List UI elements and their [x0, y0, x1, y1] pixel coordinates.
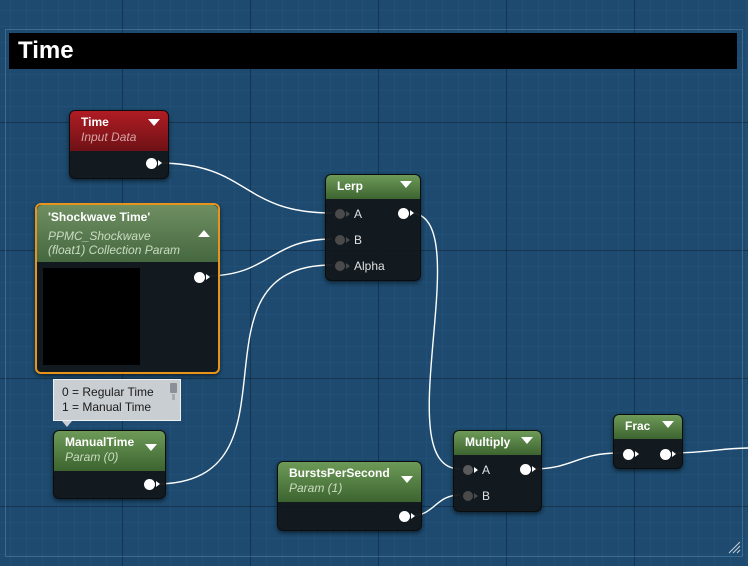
bursts-per-second-param-node[interactable]: BurstsPerSecond Param (1) — [277, 461, 422, 531]
chevron-down-icon[interactable] — [148, 119, 160, 126]
bursts-per-second-output-pin[interactable] — [399, 511, 415, 522]
material-graph-canvas[interactable]: { "comment": { "title": "Time" }, "nodes… — [0, 0, 748, 566]
bursts-per-second-node-subtitle: Param (1) — [289, 481, 343, 495]
time-node-header[interactable]: Time Input Data — [70, 111, 168, 151]
shockwave-time-collection-param-node[interactable]: 'Shockwave Time' PPMC_Shockwave (float1)… — [35, 203, 220, 374]
tooltip-line-1: 0 = Regular Time — [62, 385, 154, 399]
lerp-pin-a-label: A — [354, 207, 363, 221]
chevron-down-icon[interactable] — [521, 437, 533, 444]
shockwave-time-node-title: 'Shockwave Time' — [48, 210, 151, 224]
manual-time-node-header[interactable]: ManualTime Param (0) — [54, 431, 165, 471]
lerp-input-pin-b[interactable] — [335, 235, 350, 245]
frac-output-pin[interactable] — [660, 449, 676, 460]
manual-time-output-pin[interactable] — [144, 479, 160, 490]
lerp-input-pin-alpha[interactable] — [335, 261, 350, 271]
time-output-pin[interactable] — [146, 158, 162, 169]
chevron-down-icon[interactable] — [662, 421, 674, 428]
multiply-pin-a-label: A — [482, 463, 491, 477]
bursts-per-second-node-title: BurstsPerSecond — [289, 466, 390, 480]
multiply-output-pin[interactable] — [520, 464, 536, 475]
lerp-pin-alpha-label: Alpha — [354, 259, 385, 273]
shockwave-time-node-header[interactable]: 'Shockwave Time' PPMC_Shockwave (float1)… — [37, 205, 218, 262]
shockwave-time-output-pin[interactable] — [194, 272, 210, 283]
tooltip-line-2: 1 = Manual Time — [62, 400, 152, 414]
shockwave-time-node-subtitle-1: PPMC_Shockwave — [48, 229, 151, 243]
shockwave-time-node-subtitle-2: (float1) Collection Param — [48, 243, 181, 257]
multiply-node-header[interactable]: Multiply — [454, 431, 541, 455]
lerp-pin-b-label: B — [354, 233, 363, 247]
frac-node-header[interactable]: Frac — [614, 415, 682, 439]
chevron-down-icon[interactable] — [145, 444, 157, 451]
pin-icon[interactable] — [170, 383, 177, 400]
multiply-input-pin-b[interactable] — [463, 491, 478, 501]
shockwave-time-preview-thumbnail — [43, 268, 140, 365]
frac-node[interactable]: Frac — [613, 414, 683, 469]
chevron-down-icon[interactable] — [400, 181, 412, 188]
lerp-output-pin[interactable] — [398, 208, 414, 219]
multiply-input-pin-a[interactable] — [463, 465, 478, 475]
multiply-node[interactable]: Multiply A B — [453, 430, 542, 512]
chevron-up-icon[interactable] — [198, 230, 210, 237]
manual-time-node-subtitle: Param (0) — [65, 450, 119, 464]
time-input-node[interactable]: Time Input Data — [69, 110, 169, 179]
bursts-per-second-node-header[interactable]: BurstsPerSecond Param (1) — [278, 462, 421, 502]
multiply-pin-b-label: B — [482, 489, 491, 503]
time-node-subtitle: Input Data — [81, 130, 137, 144]
lerp-input-pin-a[interactable] — [335, 209, 350, 219]
frac-input-pin[interactable] — [623, 449, 639, 460]
resize-grip-icon[interactable] — [727, 540, 741, 554]
manual-time-param-node[interactable]: ManualTime Param (0) — [53, 430, 166, 499]
wire-shockwave-to-lerp-b — [205, 238, 333, 277]
wire-multiply-to-frac — [530, 452, 621, 470]
lerp-node-header[interactable]: Lerp — [326, 175, 420, 199]
manual-time-comment-bubble: 0 = Regular Time 1 = Manual Time — [53, 379, 181, 427]
lerp-node[interactable]: Lerp A B Alpha — [325, 174, 421, 281]
chevron-down-icon[interactable] — [401, 476, 413, 483]
manual-time-node-title: ManualTime — [65, 435, 135, 449]
